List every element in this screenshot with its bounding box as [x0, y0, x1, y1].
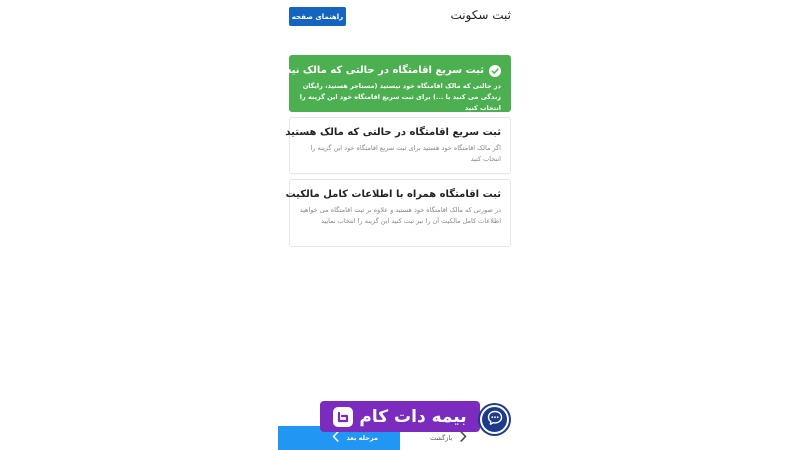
option-title-row: ثبت سریع اقامتگاه در حالتی که مالک هستید [285, 126, 501, 140]
next-step-content: مرحله بعد [332, 430, 378, 446]
back-button-label: بازگشت [430, 434, 453, 442]
page-help-button[interactable]: راهنمای صفحه [289, 7, 346, 26]
option-card-full-ownership[interactable]: ثبت اقامتگاه همراه با اطلاعات کامل مالکی… [286, 179, 511, 247]
brand-watermark-text: بیمه دات کام [359, 406, 467, 427]
next-step-label: مرحله بعد [346, 434, 378, 442]
option-title-row: ثبت اقامتگاه همراه با اطلاعات کامل مالکی… [286, 188, 501, 202]
option-description: در صورتی که مالک اقامتگاه خود هستید و عل… [299, 206, 501, 225]
option-title: ثبت اقامتگاه همراه با اطلاعات کامل مالکی… [285, 189, 501, 200]
chat-bubble-icon [487, 410, 503, 430]
option-card-quick-owner[interactable]: ثبت سریع اقامتگاه در حالتی که مالک هستید… [285, 117, 511, 174]
check-circle-icon [489, 65, 501, 77]
option-description: اگر مالک اقامتگاه خود هستید برای ثبت سری… [310, 144, 501, 163]
option-title-row: ثبت سریع اقامتگاه در حالتی که مالک نیستی… [268, 64, 501, 78]
option-description: در حالتی که مالک اقامتگاه خود نیستید (مس… [299, 82, 501, 112]
chevron-left-icon [332, 430, 339, 446]
chevron-right-icon [460, 430, 467, 446]
page-title: ثبت سکونت [450, 8, 511, 22]
option-title: ثبت سریع اقامتگاه در حالتی که مالک هستید [285, 127, 501, 138]
brand-mark-icon [333, 406, 354, 427]
option-card-quick-non-owner[interactable]: ثبت سریع اقامتگاه در حالتی که مالک نیستی… [268, 55, 511, 112]
chat-support-button[interactable] [480, 405, 509, 434]
option-title: ثبت سریع اقامتگاه در حالتی که مالک نیستی… [267, 65, 485, 76]
brand-watermark-logo: بیمه دات کام [320, 401, 480, 432]
page: ثبت سکونت راهنمای صفحه ثبت سریع اقامتگاه… [0, 0, 800, 450]
